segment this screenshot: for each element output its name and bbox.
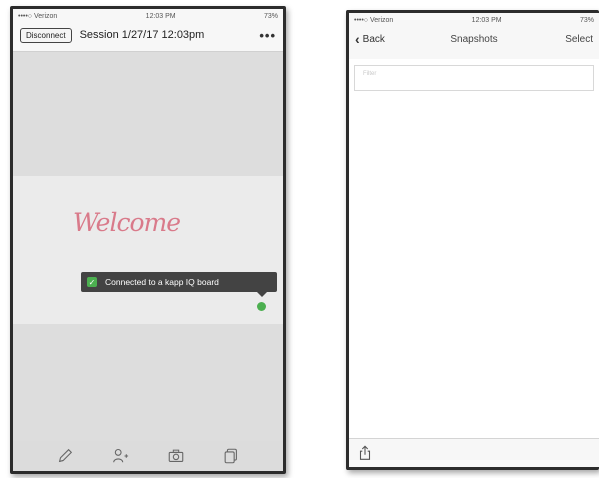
toast-message: Connected to a kapp IQ board xyxy=(105,277,219,287)
back-label: Back xyxy=(362,33,385,45)
share-icon[interactable] xyxy=(355,443,375,463)
snapshots-phone-screen: ••••○ Verizon 12:03 PM 73% ‹ Back Snapsh… xyxy=(346,10,599,470)
snapshots-header: ••••○ Verizon 12:03 PM 73% ‹ Back Snapsh… xyxy=(349,13,599,60)
session-header: ••••○ Verizon 12:03 PM 73% Disconnect Se… xyxy=(13,9,283,52)
checkmark-icon: ✓ xyxy=(87,277,97,287)
board-view[interactable]: Welcome ✓ Connected to a kapp IQ board xyxy=(13,176,283,324)
more-options-button[interactable]: ••• xyxy=(259,28,276,43)
canvas-lower-area[interactable] xyxy=(13,324,283,448)
clock: 12:03 PM xyxy=(145,12,176,20)
canvas-upper-area[interactable] xyxy=(13,52,283,176)
toast-pointer xyxy=(257,292,267,297)
session-phone-screen: ••••○ Verizon 12:03 PM 73% Disconnect Se… xyxy=(10,6,286,474)
disconnect-button[interactable]: Disconnect xyxy=(20,27,72,43)
chevron-left-icon: ‹ xyxy=(355,31,360,47)
battery-level: 73% xyxy=(579,16,594,24)
connection-toast: ✓ Connected to a kapp IQ board xyxy=(81,272,277,292)
add-person-icon[interactable] xyxy=(110,446,130,466)
pencil-icon[interactable] xyxy=(55,446,75,466)
snapshots-bottom-bar xyxy=(349,438,599,467)
connection-status-dot[interactable] xyxy=(257,302,266,311)
snapshots-list: Filter xyxy=(349,59,599,439)
session-toolbar xyxy=(13,441,283,471)
board-handwriting: Welcome xyxy=(73,208,181,237)
carrier-signal: ••••○ Verizon xyxy=(18,12,58,20)
select-button[interactable]: Select xyxy=(565,34,593,45)
carrier-signal: ••••○ Verizon xyxy=(354,16,394,24)
camera-icon[interactable] xyxy=(166,446,186,466)
battery-level: 73% xyxy=(263,12,278,20)
copy-icon[interactable] xyxy=(221,446,241,466)
status-bar: ••••○ Verizon 12:03 PM 73% xyxy=(13,9,283,23)
page-title: Snapshots xyxy=(450,33,498,45)
clock: 12:03 PM xyxy=(471,16,502,24)
back-button[interactable]: ‹ Back xyxy=(355,31,385,47)
status-bar: ••••○ Verizon 12:03 PM 73% xyxy=(349,13,599,27)
filter-input[interactable]: Filter xyxy=(354,65,594,91)
session-title: Session 1/27/17 12:03pm xyxy=(79,29,205,41)
